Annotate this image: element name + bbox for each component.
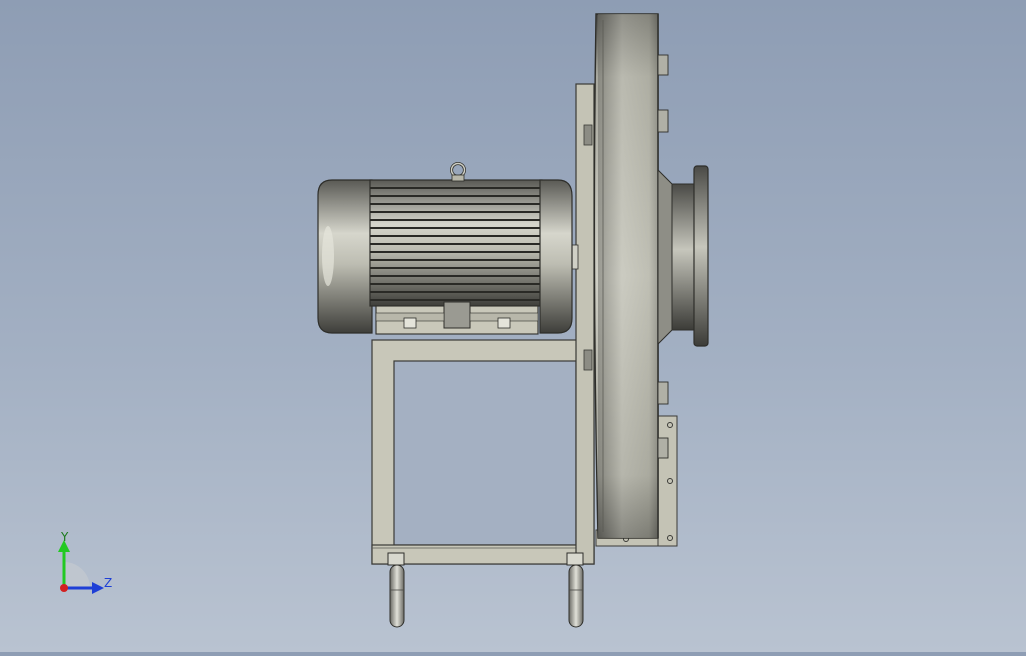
bracket-plate[interactable] (575, 83, 595, 565)
inlet-flange[interactable] (657, 165, 709, 347)
cad-model-view[interactable] (0, 0, 1026, 652)
z-axis-label: Z (104, 576, 113, 590)
base-frame[interactable] (371, 339, 595, 565)
triad-plane-icon (64, 562, 90, 588)
mounting-bolt-right[interactable] (566, 552, 584, 628)
x-axis-icon (60, 584, 68, 592)
motor[interactable] (317, 179, 573, 335)
y-axis-label: Y (61, 530, 69, 544)
lifting-eye[interactable] (450, 162, 466, 182)
fan-housing[interactable] (593, 13, 659, 539)
mounting-bolt-left[interactable] (387, 552, 405, 628)
motor-fins (370, 187, 542, 301)
orientation-triad[interactable]: Y Z (50, 530, 120, 600)
graphics-viewport[interactable]: Y Z (0, 0, 1026, 652)
